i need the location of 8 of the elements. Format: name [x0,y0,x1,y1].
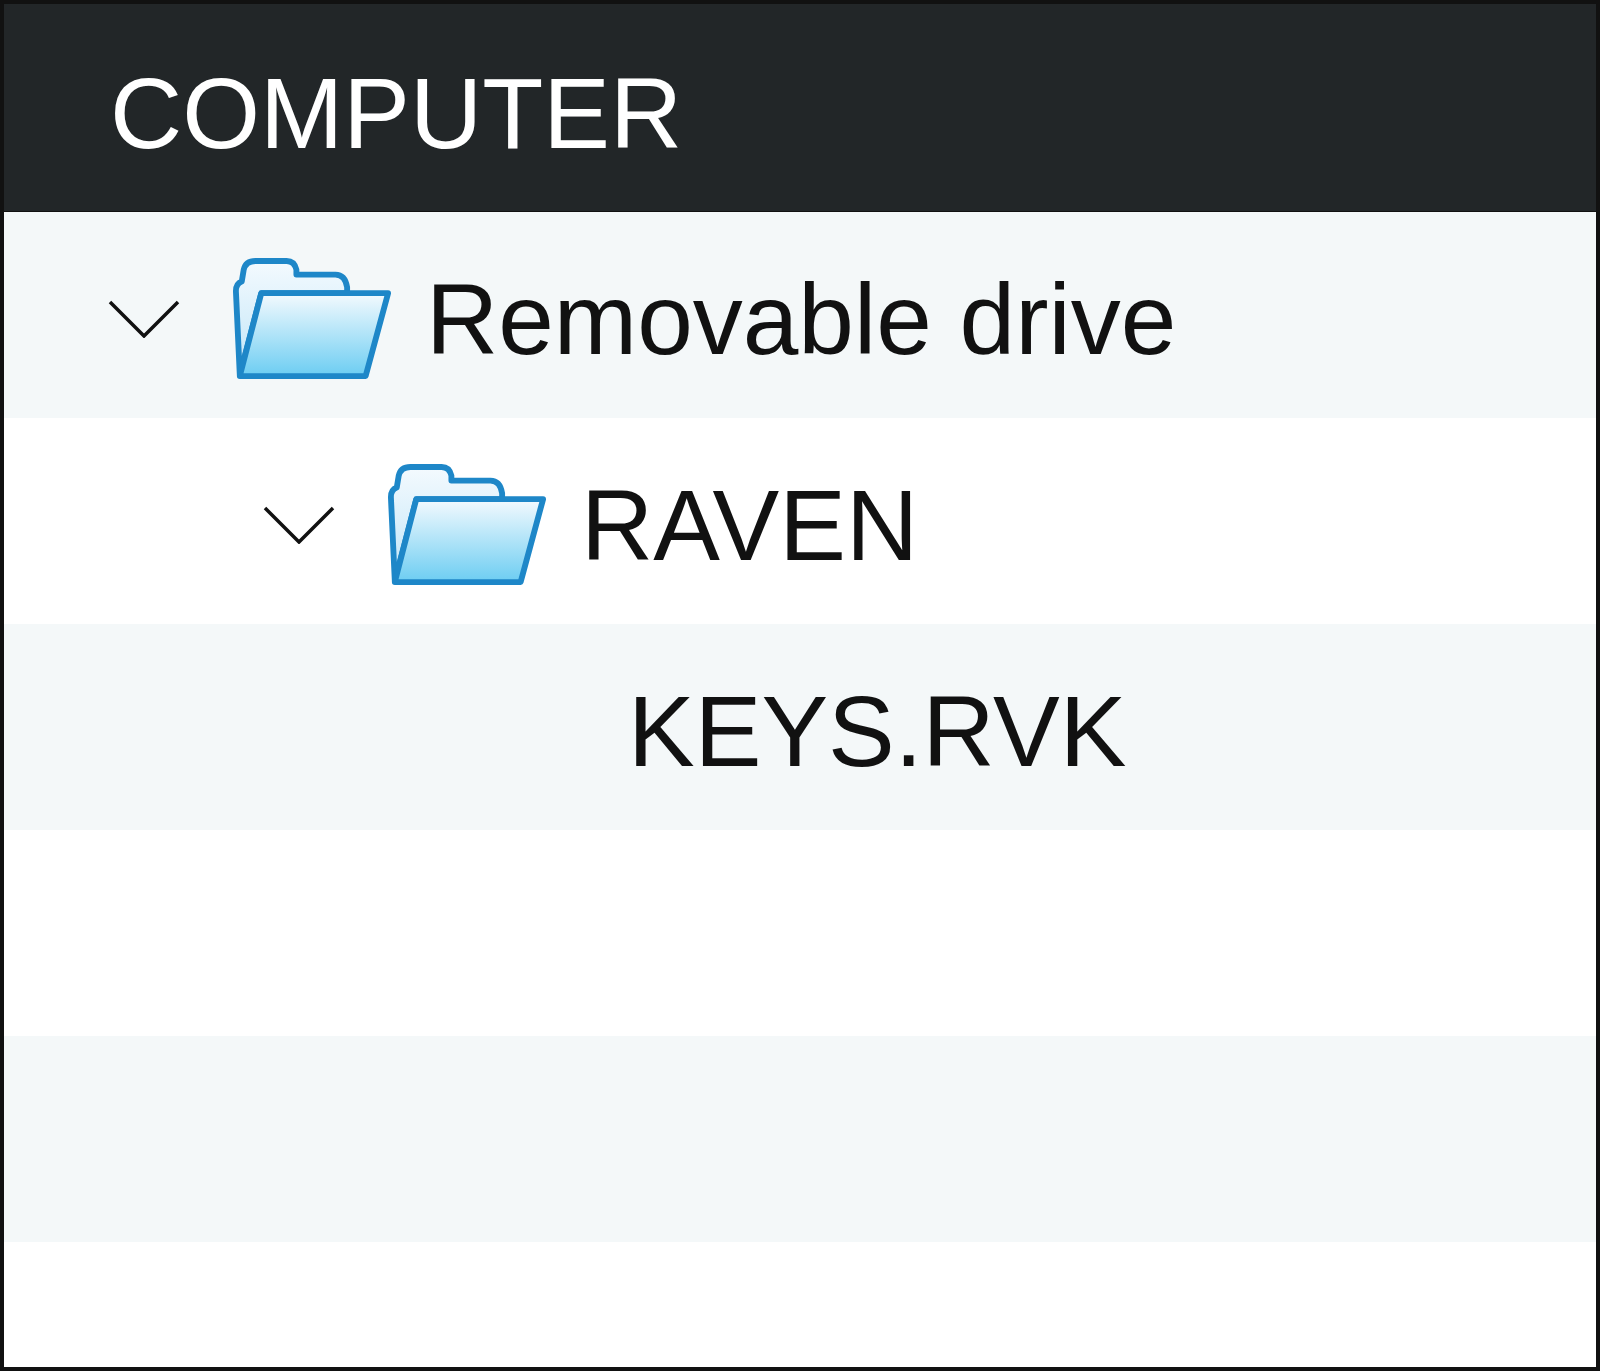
chevron-down-icon[interactable] [263,506,335,544]
file-label[interactable]: KEYS.RVK [628,681,1127,781]
folder-label[interactable]: RAVEN [581,475,919,575]
panel-title: COMPUTER [110,62,683,163]
folder-icon [387,463,547,587]
folder-icon [232,257,392,381]
folder-label[interactable]: Removable drive [426,269,1177,369]
chevron-down-icon[interactable] [108,300,180,338]
